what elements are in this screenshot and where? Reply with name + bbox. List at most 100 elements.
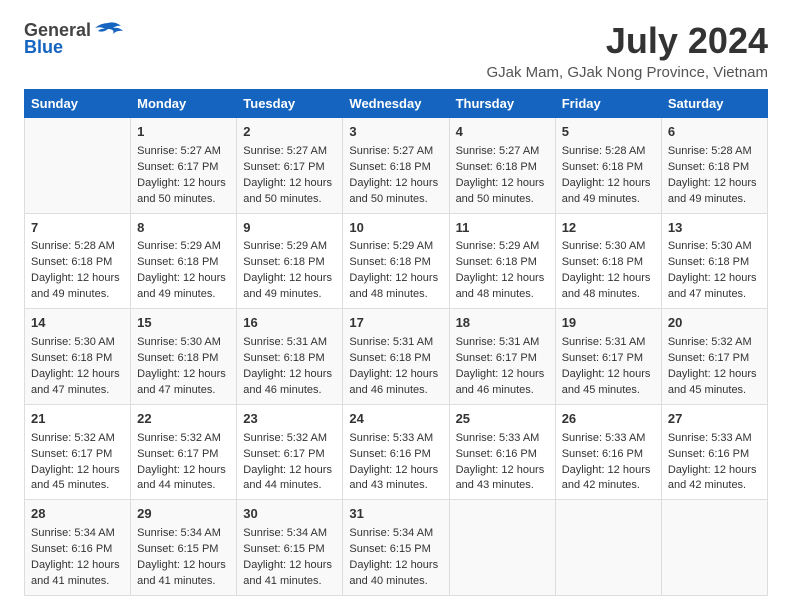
day-info: Sunrise: 5:29 AM Sunset: 6:18 PM Dayligh… bbox=[137, 239, 230, 303]
day-number: 27 bbox=[668, 410, 761, 429]
day-info: Sunrise: 5:33 AM Sunset: 6:16 PM Dayligh… bbox=[456, 431, 549, 495]
day-info: Sunrise: 5:27 AM Sunset: 6:18 PM Dayligh… bbox=[456, 144, 549, 208]
day-info: Sunrise: 5:30 AM Sunset: 6:18 PM Dayligh… bbox=[137, 335, 230, 399]
calendar-week-row: 28 Sunrise: 5:34 AM Sunset: 6:16 PM Dayli… bbox=[25, 500, 768, 596]
day-number: 7 bbox=[31, 219, 124, 238]
calendar-cell: 23 Sunrise: 5:32 AM Sunset: 6:17 PM Dayli… bbox=[237, 404, 343, 500]
calendar-cell: 26 Sunrise: 5:33 AM Sunset: 6:16 PM Dayli… bbox=[555, 404, 661, 500]
day-info: Sunrise: 5:34 AM Sunset: 6:15 PM Dayligh… bbox=[137, 526, 230, 590]
day-info: Sunrise: 5:27 AM Sunset: 6:18 PM Dayligh… bbox=[349, 144, 442, 208]
calendar-cell: 10Sunrise: 5:29 AM Sunset: 6:18 PM Dayli… bbox=[343, 213, 449, 309]
day-number: 5 bbox=[562, 123, 655, 142]
day-number: 6 bbox=[668, 123, 761, 142]
calendar-cell: 13Sunrise: 5:30 AM Sunset: 6:18 PM Dayli… bbox=[661, 213, 767, 309]
day-info: Sunrise: 5:28 AM Sunset: 6:18 PM Dayligh… bbox=[668, 144, 761, 208]
day-info: Sunrise: 5:29 AM Sunset: 6:18 PM Dayligh… bbox=[349, 239, 442, 303]
day-number: 28 bbox=[31, 505, 124, 524]
day-info: Sunrise: 5:33 AM Sunset: 6:16 PM Dayligh… bbox=[668, 431, 761, 495]
day-info: Sunrise: 5:28 AM Sunset: 6:18 PM Dayligh… bbox=[562, 144, 655, 208]
day-info: Sunrise: 5:29 AM Sunset: 6:18 PM Dayligh… bbox=[243, 239, 336, 303]
day-number: 15 bbox=[137, 314, 230, 333]
calendar-cell: 6 Sunrise: 5:28 AM Sunset: 6:18 PM Daylig… bbox=[661, 118, 767, 214]
column-header-friday: Friday bbox=[555, 90, 661, 118]
day-number: 14 bbox=[31, 314, 124, 333]
calendar-week-row: 21 Sunrise: 5:32 AM Sunset: 6:17 PM Dayli… bbox=[25, 404, 768, 500]
day-info: Sunrise: 5:29 AM Sunset: 6:18 PM Dayligh… bbox=[456, 239, 549, 303]
page-header: General Blue July 2024 GJak Mam, GJak No… bbox=[24, 20, 768, 81]
calendar-cell bbox=[25, 118, 131, 214]
calendar-cell: 1 Sunrise: 5:27 AM Sunset: 6:17 PM Daylig… bbox=[131, 118, 237, 214]
calendar-week-row: 1 Sunrise: 5:27 AM Sunset: 6:17 PM Daylig… bbox=[25, 118, 768, 214]
calendar-cell: 4Sunrise: 5:27 AM Sunset: 6:18 PM Daylig… bbox=[449, 118, 555, 214]
calendar-cell: 15 Sunrise: 5:30 AM Sunset: 6:18 PM Dayli… bbox=[131, 309, 237, 405]
day-number: 21 bbox=[31, 410, 124, 429]
day-number: 2 bbox=[243, 123, 336, 142]
column-header-wednesday: Wednesday bbox=[343, 90, 449, 118]
day-number: 12 bbox=[562, 219, 655, 238]
day-info: Sunrise: 5:28 AM Sunset: 6:18 PM Dayligh… bbox=[31, 239, 124, 303]
day-info: Sunrise: 5:30 AM Sunset: 6:18 PM Dayligh… bbox=[31, 335, 124, 399]
calendar-header-row: SundayMondayTuesdayWednesdayThursdayFrid… bbox=[25, 90, 768, 118]
day-number: 18 bbox=[456, 314, 549, 333]
calendar-cell: 17 Sunrise: 5:31 AM Sunset: 6:18 PM Dayli… bbox=[343, 309, 449, 405]
calendar-cell: 24 Sunrise: 5:33 AM Sunset: 6:16 PM Dayli… bbox=[343, 404, 449, 500]
day-number: 19 bbox=[562, 314, 655, 333]
calendar-cell: 21 Sunrise: 5:32 AM Sunset: 6:17 PM Dayli… bbox=[25, 404, 131, 500]
calendar-cell: 31 Sunrise: 5:34 AM Sunset: 6:15 PM Dayli… bbox=[343, 500, 449, 596]
day-info: Sunrise: 5:32 AM Sunset: 6:17 PM Dayligh… bbox=[31, 431, 124, 495]
calendar-week-row: 7Sunrise: 5:28 AM Sunset: 6:18 PM Daylig… bbox=[25, 213, 768, 309]
day-number: 30 bbox=[243, 505, 336, 524]
calendar-cell bbox=[449, 500, 555, 596]
column-header-saturday: Saturday bbox=[661, 90, 767, 118]
day-number: 31 bbox=[349, 505, 442, 524]
logo: General Blue bbox=[24, 20, 123, 58]
calendar-cell: 12Sunrise: 5:30 AM Sunset: 6:18 PM Dayli… bbox=[555, 213, 661, 309]
logo-bird-icon bbox=[93, 21, 123, 41]
calendar-week-row: 14 Sunrise: 5:30 AM Sunset: 6:18 PM Dayli… bbox=[25, 309, 768, 405]
day-info: Sunrise: 5:33 AM Sunset: 6:16 PM Dayligh… bbox=[562, 431, 655, 495]
day-number: 13 bbox=[668, 219, 761, 238]
day-number: 3 bbox=[349, 123, 442, 142]
day-info: Sunrise: 5:34 AM Sunset: 6:15 PM Dayligh… bbox=[349, 526, 442, 590]
calendar-cell: 29Sunrise: 5:34 AM Sunset: 6:15 PM Dayli… bbox=[131, 500, 237, 596]
day-info: Sunrise: 5:27 AM Sunset: 6:17 PM Dayligh… bbox=[137, 144, 230, 208]
subtitle: GJak Mam, GJak Nong Province, Vietnam bbox=[487, 64, 769, 81]
day-info: Sunrise: 5:30 AM Sunset: 6:18 PM Dayligh… bbox=[668, 239, 761, 303]
calendar-cell: 25 Sunrise: 5:33 AM Sunset: 6:16 PM Dayli… bbox=[449, 404, 555, 500]
day-info: Sunrise: 5:33 AM Sunset: 6:16 PM Dayligh… bbox=[349, 431, 442, 495]
day-number: 1 bbox=[137, 123, 230, 142]
calendar-table: SundayMondayTuesdayWednesdayThursdayFrid… bbox=[24, 89, 768, 596]
day-info: Sunrise: 5:31 AM Sunset: 6:18 PM Dayligh… bbox=[349, 335, 442, 399]
calendar-cell: 19 Sunrise: 5:31 AM Sunset: 6:17 PM Dayli… bbox=[555, 309, 661, 405]
calendar-cell: 27 Sunrise: 5:33 AM Sunset: 6:16 PM Dayli… bbox=[661, 404, 767, 500]
day-info: Sunrise: 5:32 AM Sunset: 6:17 PM Dayligh… bbox=[668, 335, 761, 399]
calendar-cell: 14 Sunrise: 5:30 AM Sunset: 6:18 PM Dayli… bbox=[25, 309, 131, 405]
day-number: 8 bbox=[137, 219, 230, 238]
day-number: 25 bbox=[456, 410, 549, 429]
day-number: 24 bbox=[349, 410, 442, 429]
day-number: 26 bbox=[562, 410, 655, 429]
column-header-tuesday: Tuesday bbox=[237, 90, 343, 118]
day-number: 11 bbox=[456, 219, 549, 238]
column-header-thursday: Thursday bbox=[449, 90, 555, 118]
day-number: 20 bbox=[668, 314, 761, 333]
main-title: July 2024 bbox=[487, 20, 769, 62]
calendar-cell: 2 Sunrise: 5:27 AM Sunset: 6:17 PM Daylig… bbox=[237, 118, 343, 214]
day-number: 17 bbox=[349, 314, 442, 333]
day-info: Sunrise: 5:34 AM Sunset: 6:16 PM Dayligh… bbox=[31, 526, 124, 590]
calendar-cell: 5 Sunrise: 5:28 AM Sunset: 6:18 PM Daylig… bbox=[555, 118, 661, 214]
day-number: 23 bbox=[243, 410, 336, 429]
calendar-cell: 9Sunrise: 5:29 AM Sunset: 6:18 PM Daylig… bbox=[237, 213, 343, 309]
title-block: July 2024 GJak Mam, GJak Nong Province, … bbox=[487, 20, 769, 81]
calendar-cell: 16Sunrise: 5:31 AM Sunset: 6:18 PM Dayli… bbox=[237, 309, 343, 405]
calendar-cell bbox=[555, 500, 661, 596]
logo-blue: Blue bbox=[24, 37, 63, 58]
calendar-cell: 20 Sunrise: 5:32 AM Sunset: 6:17 PM Dayli… bbox=[661, 309, 767, 405]
day-info: Sunrise: 5:32 AM Sunset: 6:17 PM Dayligh… bbox=[137, 431, 230, 495]
day-info: Sunrise: 5:27 AM Sunset: 6:17 PM Dayligh… bbox=[243, 144, 336, 208]
day-info: Sunrise: 5:31 AM Sunset: 6:17 PM Dayligh… bbox=[562, 335, 655, 399]
calendar-cell bbox=[661, 500, 767, 596]
calendar-cell: 11Sunrise: 5:29 AM Sunset: 6:18 PM Dayli… bbox=[449, 213, 555, 309]
day-info: Sunrise: 5:30 AM Sunset: 6:18 PM Dayligh… bbox=[562, 239, 655, 303]
day-info: Sunrise: 5:32 AM Sunset: 6:17 PM Dayligh… bbox=[243, 431, 336, 495]
